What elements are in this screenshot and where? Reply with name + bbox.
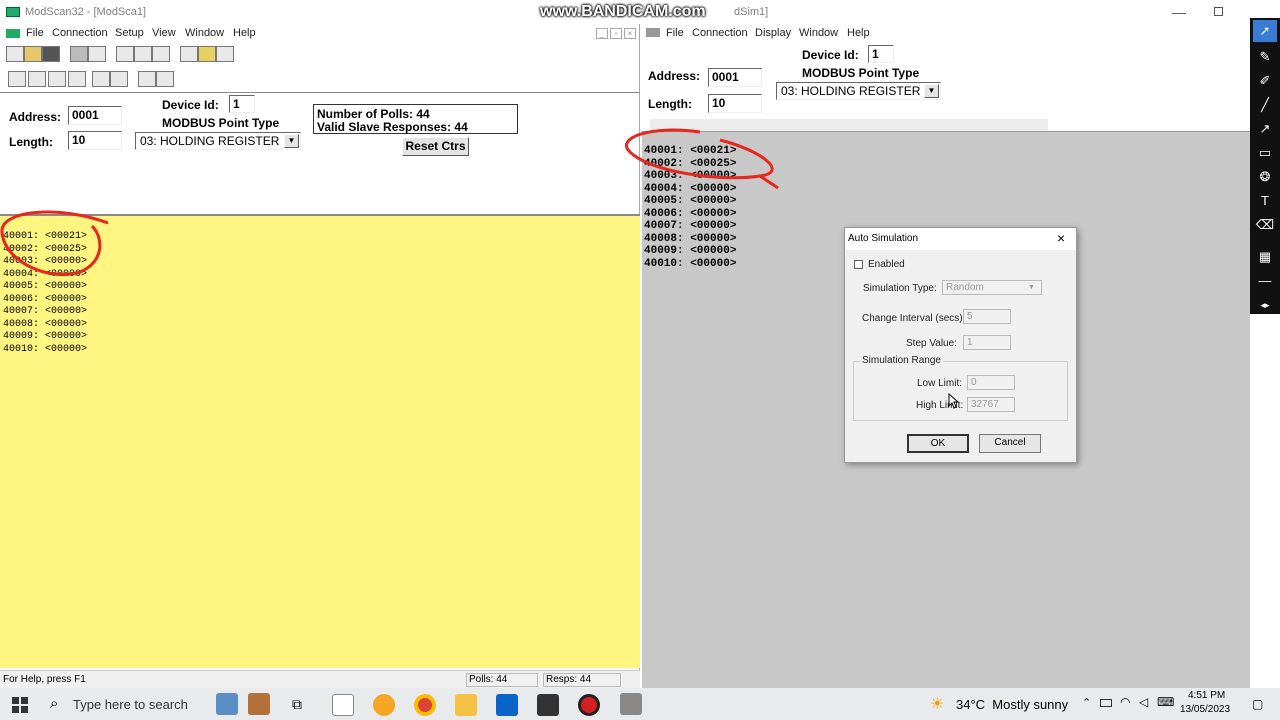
dialog-titlebar[interactable]: Auto Simulation × [845,228,1076,250]
mouse-cursor-icon [948,393,958,409]
low-limit-label: Low Limit: [917,378,963,389]
weather-icon: ☀ [930,696,945,713]
rectangle-icon[interactable]: ▭ [1253,142,1277,164]
shapes-icon[interactable]: ❂ [1253,166,1277,188]
step-value-label: Step Value: [906,338,957,349]
annotation-overlay [0,128,779,277]
line-icon[interactable]: ╱ [1253,94,1277,116]
drawing-toolbar: ➚ ✎ ✐ ╱ ↗ ▭ ❂ T ⌫ ▦ — ◂▸ [1250,18,1280,314]
clock-date[interactable]: 13/05/2023 [1180,704,1230,715]
annotation-circle-right [625,128,779,190]
ok-button[interactable]: OK [907,434,969,453]
expand-icon[interactable]: ◂▸ [1253,294,1277,316]
change-interval-input[interactable]: 5 [963,309,1011,324]
task-view-icon[interactable]: ⧉ [292,696,302,713]
modscan-taskbar-icon[interactable] [537,694,559,716]
high-limit-input[interactable]: 32767 [967,397,1015,412]
wifi-icon[interactable]: ◠ [1120,695,1130,709]
keyboard-icon[interactable]: ⌨ [1157,695,1174,709]
store-icon[interactable] [332,694,354,716]
bandicam-watermark: www.BANDICAM.com [540,3,706,20]
pen-icon[interactable]: ✎ [1253,46,1277,68]
dialog-title: Auto Simulation [848,233,919,244]
line-width-icon[interactable]: — [1253,270,1277,292]
outlook-icon[interactable] [496,694,518,716]
search-box[interactable]: Type here to search [73,697,188,712]
simulation-type-label: Simulation Type: [863,283,937,294]
simulation-range-label: Simulation Range [860,355,943,366]
low-limit-input[interactable]: 0 [967,375,1015,390]
chrome-icon[interactable] [414,694,436,716]
chevron-down-icon: ▼ [1028,284,1035,291]
highlighter-icon[interactable]: ✐ [1253,70,1277,92]
file-explorer-icon[interactable] [455,694,477,716]
pointer-icon[interactable]: ➚ [1253,20,1277,42]
taskbar: ⌕ Type here to search ⧉ ☀ 34°C Mostly su… [0,688,1280,720]
briefcase-icon[interactable] [248,693,270,715]
close-icon[interactable]: × [1057,230,1065,246]
notifications-icon[interactable]: ▢ [1252,697,1263,711]
step-value-input[interactable]: 1 [963,335,1011,350]
weather-text[interactable]: 34°C Mostly sunny [956,697,1068,712]
cancel-button[interactable]: Cancel [979,434,1041,453]
search-icon[interactable]: ⌕ [50,695,58,712]
simulation-range-group: Simulation Range Low Limit: 0 High Limit… [853,355,1068,421]
tray-overflow-icon[interactable]: ⌃ [1082,696,1091,709]
bandicam-icon[interactable] [578,694,600,716]
enabled-label: Enabled [868,259,905,270]
mosaic-icon[interactable]: ▦ [1253,246,1277,268]
change-interval-label: Change Interval (secs): [862,313,966,324]
search-highlight-icon[interactable] [216,693,238,715]
enabled-checkbox[interactable] [854,260,863,269]
windows-start-icon[interactable] [12,697,28,713]
simulation-type-select[interactable]: Random ▼ [942,280,1042,295]
photos-icon[interactable] [373,694,395,716]
arrow-icon[interactable]: ↗ [1253,118,1277,140]
modsim-taskbar-icon[interactable] [620,693,642,715]
volume-icon[interactable]: ◁ [1139,695,1148,709]
eraser-icon[interactable]: ⌫ [1253,214,1277,236]
clock-time[interactable]: 4:51 PM [1188,690,1225,701]
simulation-type-value: Random [946,282,984,293]
auto-simulation-dialog: Auto Simulation × Enabled Simulation Typ… [844,227,1077,463]
text-icon[interactable]: T [1253,190,1277,212]
battery-icon[interactable] [1100,699,1112,707]
annotation-circle-left [0,210,109,277]
